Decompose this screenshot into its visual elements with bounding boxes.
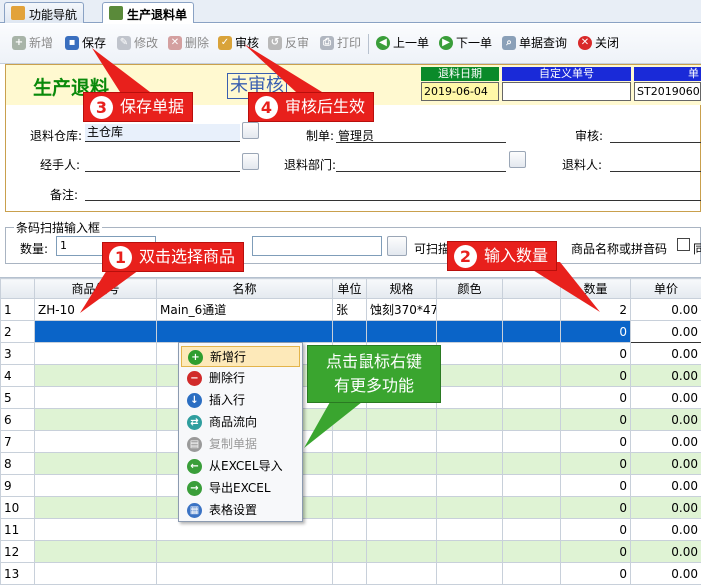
callout-number: 4 <box>255 96 278 119</box>
arrow-green <box>304 402 362 448</box>
callout-input-qty: 2 输入数量 <box>447 241 558 271</box>
callout-text: 双击选择商品 <box>139 247 236 266</box>
callout-arrows <box>80 44 600 448</box>
callout-save-bill: 3 保存单据 <box>83 92 194 122</box>
callout-audit-effective: 4 审核后生效 <box>248 92 375 122</box>
callout-text: 保存单据 <box>120 97 185 116</box>
callout-number: 1 <box>109 246 132 269</box>
callout-text: 输入数量 <box>484 246 549 265</box>
callout-number: 3 <box>90 96 113 119</box>
callout-right-click-tip: 点击鼠标右键 有更多功能 <box>307 345 441 403</box>
callout-number: 2 <box>454 245 477 268</box>
arrow-3 <box>92 48 150 92</box>
callout-select-product: 1 双击选择商品 <box>102 242 245 272</box>
arrow-4 <box>244 44 322 92</box>
callout-text: 审核后生效 <box>285 97 366 116</box>
